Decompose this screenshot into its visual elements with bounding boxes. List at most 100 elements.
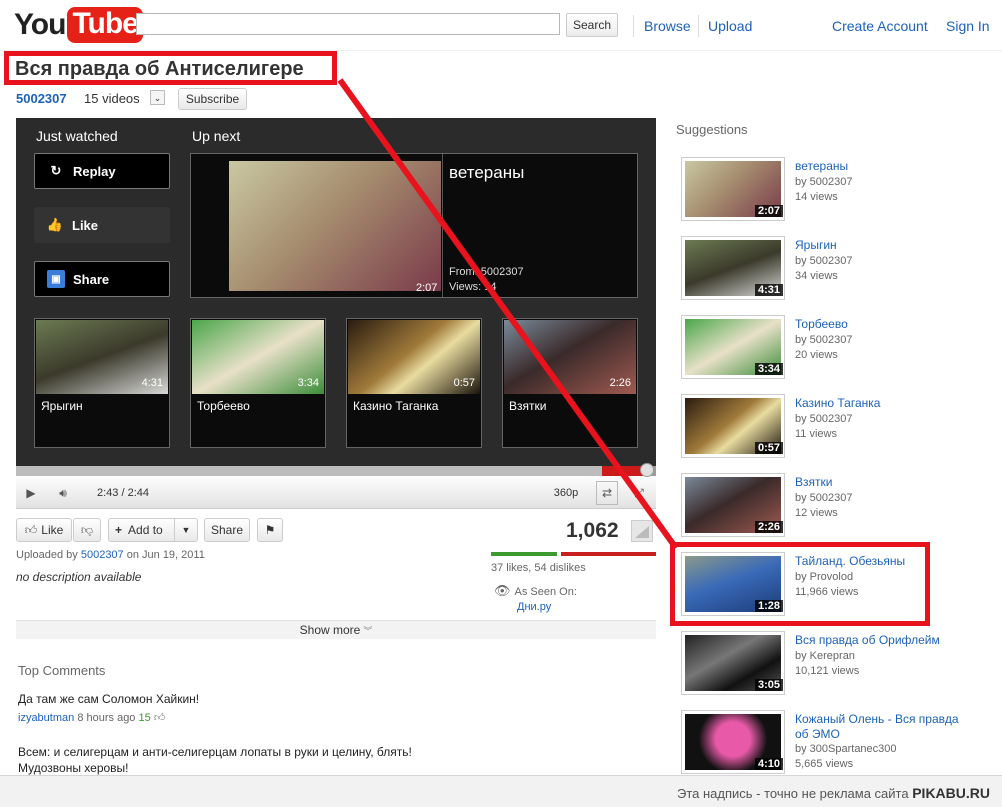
related-video-tile[interactable]: 4:31 Ярыгин: [34, 318, 170, 448]
progress-bar[interactable]: [16, 463, 656, 477]
view-count: 1,062: [566, 519, 619, 542]
search-button[interactable]: Search: [566, 13, 618, 37]
related-duration: 4:31: [141, 377, 163, 389]
player-like-button[interactable]: 👍 Like: [34, 207, 170, 243]
related-video-tile[interactable]: 2:26 Взятки: [502, 318, 638, 448]
suggestion-item[interactable]: 2:07 ветераны by 5002307 14 views: [681, 157, 986, 221]
up-next-thumbnail: [229, 161, 441, 291]
related-video-tile[interactable]: 0:57 Казино Таганка: [346, 318, 482, 448]
suggestion-duration: 4:31: [755, 284, 784, 296]
progress-played: [602, 466, 643, 476]
time-display: 2:43 / 2:44: [97, 487, 149, 499]
suggestion-item[interactable]: 3:34 Торбеево by 5002307 20 views: [681, 315, 986, 379]
show-more-button[interactable]: Show more ︾: [16, 620, 656, 639]
thumbs-up-icon[interactable]: 👍︎: [154, 712, 166, 724]
chevron-down-icon[interactable]: ▼: [174, 519, 197, 541]
related-title: Взятки: [509, 399, 547, 413]
suggestion-title[interactable]: Взятки: [795, 475, 832, 489]
watermark-brand: PIKABU.RU: [912, 785, 990, 801]
suggestion-item[interactable]: 2:26 Взятки by 5002307 12 views: [681, 473, 986, 537]
add-to-button[interactable]: + Add to ▼: [108, 518, 198, 542]
up-next-duration: 2:07: [416, 282, 438, 294]
related-duration: 0:57: [453, 377, 475, 389]
popout-icon[interactable]: ⇄: [596, 481, 618, 505]
suggestion-title-line2[interactable]: об ЭМО: [795, 727, 840, 741]
suggestion-duration: 0:57: [755, 442, 784, 454]
suggestion-author: by 5002307: [795, 334, 853, 346]
suggestion-item[interactable]: 4:31 Ярыгин by 5002307 34 views: [681, 236, 986, 300]
suggestion-author: by 300Spartanec300: [795, 743, 897, 755]
volume-icon[interactable]: 🔊︎: [50, 481, 76, 505]
related-title: Торбеево: [197, 399, 250, 413]
seen-on-link[interactable]: Дни.ру: [517, 601, 551, 613]
related-title: Казино Таганка: [353, 399, 439, 413]
uploaded-date: on Jun 19, 2011: [126, 549, 205, 561]
share-icon: ▣: [47, 270, 65, 288]
uploader-link[interactable]: 5002307: [81, 549, 124, 561]
fullscreen-icon[interactable]: ⤢: [628, 481, 650, 505]
just-watched-label: Just watched: [36, 128, 118, 144]
related-title: Ярыгин: [41, 399, 83, 413]
suggestion-duration: 2:26: [755, 521, 784, 533]
nav-upload-link[interactable]: Upload: [708, 18, 752, 34]
comment-text: Да там же сам Соломон Хайкин!: [18, 692, 200, 706]
quality-button[interactable]: 360p: [546, 481, 586, 505]
suggestion-title[interactable]: Вся правда об Орифлейм: [795, 633, 940, 647]
suggestion-item[interactable]: 0:57 Казино Таганка by 5002307 11 views: [681, 394, 986, 458]
suggestion-author: by 5002307: [795, 176, 853, 188]
channel-link[interactable]: 5002307: [16, 91, 67, 106]
suggestion-author: by 5002307: [795, 255, 853, 267]
suggestion-title[interactable]: Торбеево: [795, 317, 848, 331]
dislike-button[interactable]: 👎︎: [73, 518, 101, 542]
flag-icon[interactable]: ⚑: [257, 518, 283, 542]
comment-score: 15: [138, 712, 151, 724]
suggestion-title[interactable]: Кожаный Олень - Вся правда: [795, 712, 959, 726]
watermark-caption: Эта надпись - точно не реклама сайта: [676, 786, 909, 801]
comments-heading: Top Comments: [18, 663, 106, 678]
player-share-button[interactable]: ▣ Share: [34, 261, 170, 297]
likes-bar: [491, 552, 557, 556]
comment-text: Всем: и селигерцам и анти-селигерцам лоп…: [18, 745, 412, 775]
watermark-text: Эта надпись - точно не реклама сайта PIK…: [677, 785, 990, 801]
subscribe-button[interactable]: Subscribe: [178, 88, 247, 110]
comment-time: 8 hours ago: [77, 712, 136, 724]
nav-divider: [633, 15, 634, 37]
create-account-link[interactable]: Create Account: [832, 18, 928, 34]
suggestion-views: 14 views: [795, 191, 838, 203]
suggestion-views: 12 views: [795, 507, 838, 519]
play-icon[interactable]: ▶: [20, 481, 42, 505]
scrubber-handle[interactable]: [640, 463, 654, 477]
suggestion-item[interactable]: 4:10 Кожаный Олень - Вся правда об ЭМО b…: [681, 710, 986, 774]
show-more-label: Show more: [299, 623, 361, 637]
chevron-down-icon[interactable]: ⌄: [150, 90, 165, 105]
related-video-tile[interactable]: 3:34 Торбеево: [190, 318, 326, 448]
nav-browse-link[interactable]: Browse: [644, 18, 691, 34]
replay-icon: ↻: [50, 163, 62, 178]
up-next-title: ветераны: [449, 163, 525, 182]
sign-in-link[interactable]: Sign In: [946, 18, 990, 34]
up-next-video[interactable]: 2:07 ветераны From: 5002307 Views: 14: [190, 153, 638, 298]
share-button[interactable]: Share: [204, 518, 250, 542]
comment-author-link[interactable]: izyabutman: [18, 712, 74, 724]
uploaded-prefix: Uploaded by: [16, 549, 78, 561]
as-seen-on: 👁︎ As Seen On:: [494, 583, 577, 599]
share-label: Share: [73, 271, 110, 287]
replay-button[interactable]: ↻ Replay: [34, 153, 170, 189]
like-button[interactable]: 👍︎ Like: [16, 518, 72, 542]
suggestion-title[interactable]: ветераны: [795, 159, 848, 173]
up-next-label: Up next: [192, 128, 241, 144]
suggestion-duration: 4:10: [755, 758, 784, 770]
suggestion-title[interactable]: Ярыгин: [795, 238, 837, 252]
thumbs-up-icon: 👍: [46, 217, 64, 232]
likes-dislikes-text: 37 likes, 54 dislikes: [491, 562, 586, 574]
suggestion-item[interactable]: 3:05 Вся правда об Орифлейм by Kerepran …: [681, 631, 986, 695]
stats-icon[interactable]: [631, 520, 653, 542]
suggestion-duration: 2:07: [755, 205, 784, 217]
upload-info: Uploaded by 5002307 on Jun 19, 2011: [16, 549, 205, 561]
youtube-logo[interactable]: You Tube: [14, 4, 143, 46]
related-duration: 2:26: [609, 377, 631, 389]
search-input[interactable]: [136, 13, 560, 35]
suggestion-highlight-box: [670, 542, 930, 626]
suggestion-views: 10,121 views: [795, 665, 860, 677]
suggestion-title[interactable]: Казино Таганка: [795, 396, 880, 410]
